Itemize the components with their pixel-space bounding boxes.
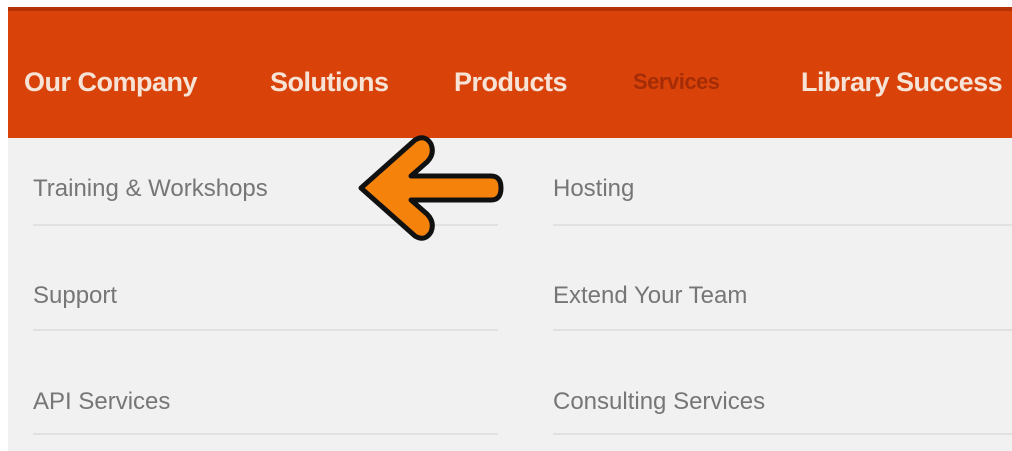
screenshot-frame: Our Company Solutions Products Services … bbox=[8, 7, 1012, 451]
nav-item-services[interactable]: Services bbox=[633, 67, 720, 97]
nav-item-library-success[interactable]: Library Success bbox=[801, 67, 1003, 97]
menu-item-hosting[interactable]: Hosting bbox=[553, 172, 634, 206]
divider bbox=[33, 329, 498, 331]
menu-item-extend-your-team[interactable]: Extend Your Team bbox=[553, 279, 747, 313]
left-arrow-icon bbox=[358, 135, 504, 241]
divider bbox=[553, 329, 1012, 331]
divider bbox=[553, 433, 1012, 435]
menu-item-api-services[interactable]: API Services bbox=[33, 385, 170, 419]
menu-item-consulting-services[interactable]: Consulting Services bbox=[553, 385, 765, 419]
nav-item-solutions[interactable]: Solutions bbox=[270, 67, 389, 97]
main-nav-bar: Our Company Solutions Products Services … bbox=[8, 7, 1012, 138]
menu-item-support[interactable]: Support bbox=[33, 279, 117, 313]
nav-item-our-company[interactable]: Our Company bbox=[24, 67, 198, 97]
nav-item-products[interactable]: Products bbox=[454, 67, 568, 97]
menu-item-training-workshops[interactable]: Training & Workshops bbox=[33, 172, 268, 206]
divider bbox=[553, 224, 1012, 226]
divider bbox=[33, 433, 498, 435]
